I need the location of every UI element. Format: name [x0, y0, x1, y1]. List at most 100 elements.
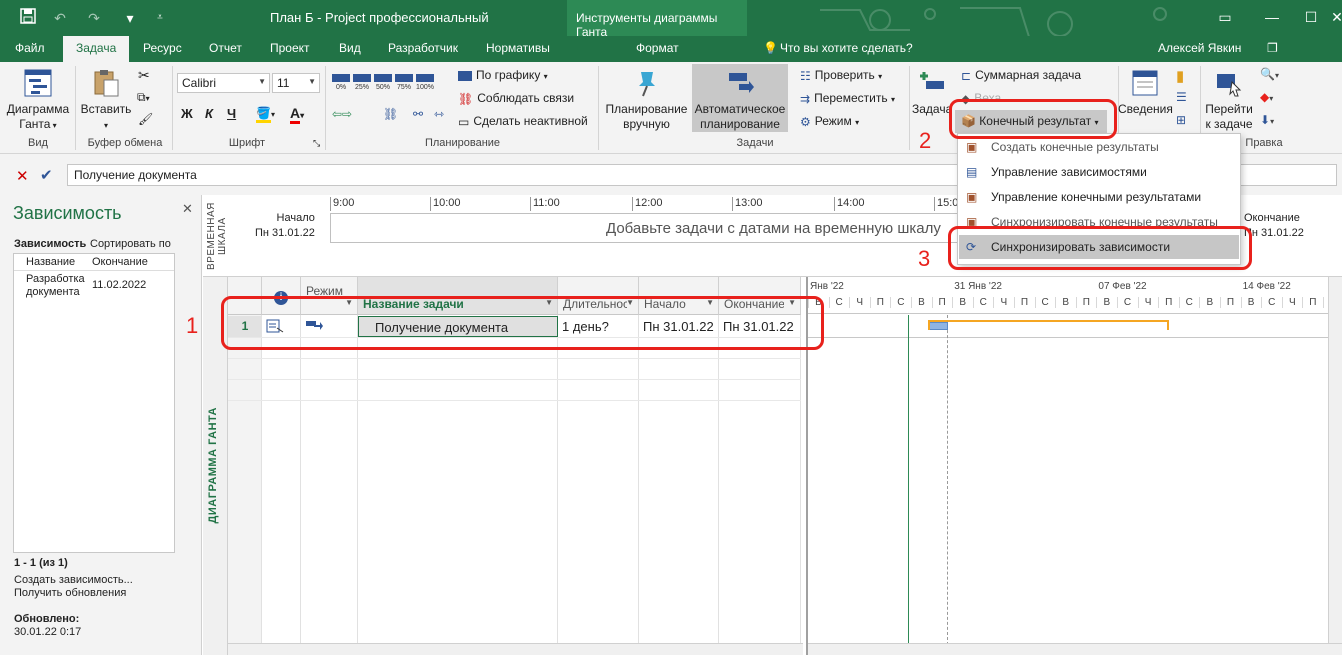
list-item-name[interactable]: Разработка документа: [26, 273, 92, 299]
gantt-chart-area[interactable]: Янв '22 31 Янв '22 07 Фев '22 14 Фев '22 В С Ч…: [806, 277, 1342, 655]
tab-view[interactable]: Вид: [339, 41, 361, 55]
group-label-tasks: Задачи: [736, 137, 774, 149]
timescale-day: С: [1261, 297, 1281, 308]
link-tasks-icon[interactable]: ⛓: [383, 107, 398, 121]
pane-tab-sort[interactable]: Сортировать по: [90, 238, 171, 250]
unlink-tasks-icon[interactable]: ⚯: [413, 107, 423, 121]
chart-scrollbar[interactable]: [808, 643, 1342, 655]
add-to-timeline-icon[interactable]: ⊞: [1176, 113, 1186, 127]
timescale-day: С: [1117, 297, 1137, 308]
respect-links-button[interactable]: ⛓ Соблюдать связи: [458, 91, 574, 106]
insert-task-label: Задача: [912, 102, 952, 116]
fill-down-icon[interactable]: ⬇▾: [1260, 113, 1274, 127]
tab-task[interactable]: Задача: [63, 36, 130, 62]
gantt-chart-button[interactable]: Диаграмма Ганта ▾: [5, 68, 71, 133]
insert-task-button[interactable]: Задача: [912, 68, 952, 134]
user-name[interactable]: Алексей Явкин: [1158, 41, 1241, 55]
timescale-day: С: [1178, 297, 1199, 308]
pane-close-icon[interactable]: ✕: [182, 201, 193, 217]
grid-scrollbar[interactable]: [228, 643, 803, 655]
count-label: 1 - 1 (из 1): [14, 557, 68, 569]
confirm-entry-icon[interactable]: ✔: [40, 166, 53, 184]
timeline-hint: Добавьте задачи с датами на временную шк…: [606, 220, 941, 237]
timescale-day: В: [911, 297, 931, 308]
format-painter-icon[interactable]: 🖌: [138, 112, 153, 126]
mode-button[interactable]: ⚙ Режим ▾: [800, 114, 859, 129]
timescale-day: П: [869, 297, 890, 308]
outdent-icon[interactable]: ⇦⇨: [332, 107, 352, 121]
move-button[interactable]: ⇉ Переместить ▾: [800, 91, 895, 106]
notes-icon[interactable]: ▮: [1176, 67, 1184, 85]
ribbon-options-icon[interactable]: ▭: [1210, 6, 1240, 28]
tab-project[interactable]: Проект: [270, 41, 310, 55]
undo-icon[interactable]: ↶: [50, 8, 70, 28]
tab-developer[interactable]: Разработчик: [388, 41, 458, 55]
information-button[interactable]: Сведения: [1118, 68, 1173, 117]
chart-vertical-scrollbar[interactable]: [1328, 277, 1342, 643]
search-icon[interactable]: 💡: [763, 41, 778, 55]
auto-schedule-button[interactable]: Автоматическое планирование: [692, 64, 788, 132]
deliverable-bracket[interactable]: [928, 320, 1169, 330]
font-size-select[interactable]: 11 ▼: [272, 73, 320, 93]
percent-100-button[interactable]: 100%: [416, 74, 434, 91]
list-item-end[interactable]: 11.02.2022: [92, 279, 146, 291]
list-header-name: Название: [26, 256, 76, 268]
pane-tab-dependency[interactable]: Зависимость: [14, 238, 86, 250]
updated-value: 30.01.22 0:17: [14, 626, 82, 638]
on-schedule-button[interactable]: По графику ▾: [458, 68, 548, 82]
share-icon[interactable]: ❐: [1267, 41, 1278, 55]
redo-icon[interactable]: ↷: [84, 8, 104, 28]
quick-access-icon[interactable]: ▾: [120, 8, 140, 28]
tab-norms[interactable]: Нормативы: [486, 41, 550, 55]
manually-schedule-button[interactable]: Планирование вручную: [604, 68, 689, 132]
tab-format[interactable]: Формат: [636, 41, 679, 55]
clear-icon[interactable]: ◆▾: [1260, 90, 1273, 104]
timeline-end-date: Пн 31.01.22: [1244, 227, 1304, 239]
percent-50-button[interactable]: 50%: [374, 74, 392, 91]
underline-button[interactable]: Ч: [227, 106, 236, 121]
minimize-icon[interactable]: —: [1257, 6, 1287, 28]
tab-file[interactable]: Файл: [15, 41, 45, 55]
find-icon[interactable]: 🔍▾: [1260, 67, 1279, 81]
list-header-end: Окончание: [92, 256, 148, 268]
paste-button[interactable]: Вставить ▾: [80, 68, 132, 133]
tab-report[interactable]: Отчет: [209, 41, 242, 55]
get-updates-link[interactable]: Получить обновления: [14, 587, 126, 599]
create-dependency-link[interactable]: Создать зависимость...: [14, 574, 133, 586]
font-name-select[interactable]: Calibri ▼: [177, 73, 270, 93]
auto-schedule-label: Автоматическое планирование: [694, 102, 786, 131]
percent-0-button[interactable]: 0%: [332, 74, 350, 91]
dependency-pane: Зависимость ✕ Зависимость Сортировать по…: [0, 195, 202, 655]
inactivate-button[interactable]: ▭ Сделать неактивной: [458, 114, 588, 129]
annotation-box-2: [949, 99, 1117, 139]
menu-item-manage-dependencies[interactable]: ▤ Управление зависимостями: [959, 160, 1239, 184]
annotation-number-2: 2: [919, 128, 932, 153]
paste-icon: [94, 70, 119, 97]
font-color-icon[interactable]: A▾: [290, 105, 304, 124]
timescale-day: П: [1075, 297, 1096, 308]
tell-me-input[interactable]: Что вы хотите сделать?: [780, 41, 913, 55]
pin-icon: [638, 72, 655, 97]
scroll-to-task-button[interactable]: Перейти к задаче: [1203, 68, 1255, 132]
copy-icon[interactable]: ⧉▾: [137, 90, 150, 105]
menu-item-manage-deliverables[interactable]: ▣ Управление конечными результатами: [959, 185, 1239, 209]
italic-button[interactable]: К: [205, 106, 213, 121]
customize-toolbar-icon[interactable]: ⩡: [150, 8, 170, 28]
summary-task-button[interactable]: ⊏ Суммарная задача: [961, 68, 1081, 83]
cancel-entry-icon[interactable]: ✕: [16, 167, 29, 185]
details-icon[interactable]: ☰: [1176, 90, 1187, 104]
timeline-start-date: Пн 31.01.22: [255, 227, 315, 239]
status-date-line: [908, 315, 909, 645]
percent-25-button[interactable]: 25%: [353, 74, 371, 91]
percent-75-button[interactable]: 75%: [395, 74, 413, 91]
tab-resource[interactable]: Ресурс: [143, 41, 182, 55]
save-icon[interactable]: [18, 8, 38, 28]
fill-color-icon[interactable]: 🪣▾: [256, 106, 275, 123]
timescale-week: Янв '22: [810, 281, 844, 292]
split-task-icon[interactable]: ⇿: [434, 107, 444, 121]
bold-button[interactable]: Ж: [181, 106, 193, 121]
inspect-button[interactable]: ☷ Проверить ▾: [800, 68, 882, 83]
font-dialog-launcher-icon[interactable]: ⤡: [313, 138, 320, 149]
cut-icon[interactable]: ✂: [138, 67, 150, 84]
close-icon[interactable]: ✕: [1322, 6, 1342, 28]
